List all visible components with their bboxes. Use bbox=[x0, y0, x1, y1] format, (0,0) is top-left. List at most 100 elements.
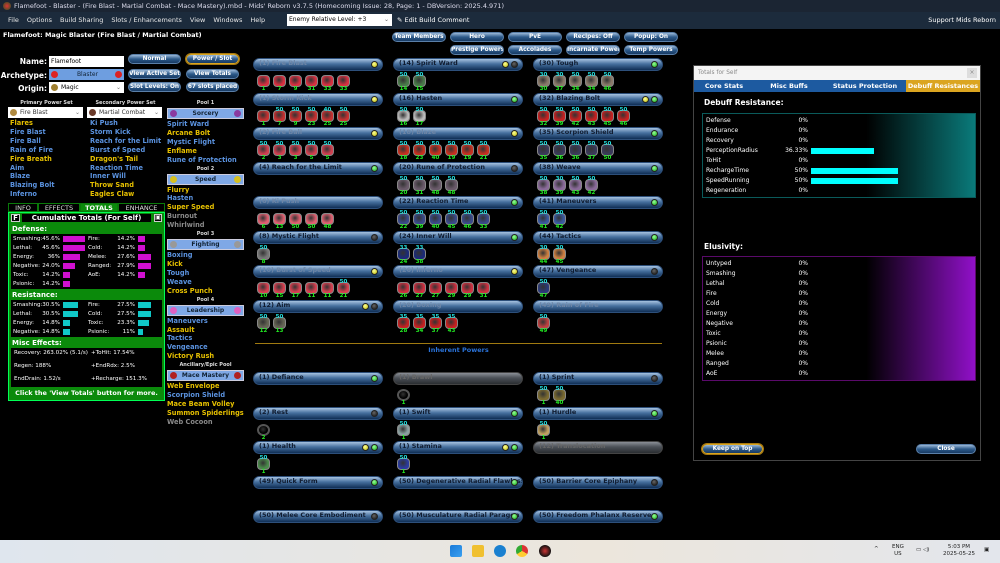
menu-options[interactable]: Options bbox=[27, 12, 52, 29]
incarnate-powers-button[interactable]: Incarnate Powers bbox=[566, 45, 620, 55]
close-button[interactable]: Close bbox=[916, 444, 976, 454]
power-bar[interactable]: (24) Inner Will bbox=[393, 230, 523, 244]
power-list-item[interactable]: Cross Punch bbox=[167, 287, 244, 296]
power-entry[interactable]: (50) Freedom Phalanx Reserve bbox=[533, 510, 664, 544]
enhancement-slot[interactable]: 50 22 bbox=[397, 209, 410, 230]
power-entry[interactable]: (50) Musculature Radial Paragon bbox=[393, 510, 524, 544]
enhancement-slot[interactable]: 50 33 bbox=[477, 209, 490, 230]
power-bar[interactable]: (20) Rune of Protection bbox=[393, 161, 523, 175]
enhancement-slot[interactable]: 50 40 bbox=[429, 140, 442, 161]
name-input[interactable]: Flamefoot bbox=[49, 56, 124, 67]
power-bar[interactable]: (50) Degenerative Radial Flawless Inter bbox=[393, 475, 523, 489]
enhancement-slot[interactable]: 50 42 bbox=[569, 106, 582, 127]
tab-core-stats[interactable]: Core Stats bbox=[694, 80, 754, 92]
tab-enhance[interactable]: ENHANCE bbox=[118, 203, 165, 212]
enhancement-slot[interactable]: 33 38 bbox=[413, 244, 426, 265]
power-list-item[interactable]: Enflame bbox=[167, 147, 244, 156]
power-bar[interactable]: (16) Hasten bbox=[393, 92, 523, 106]
enhancement-slot[interactable]: 33 24 bbox=[397, 244, 410, 265]
power-list-item[interactable]: Web Envelope bbox=[167, 382, 244, 391]
power-bar[interactable]: (50) Barrier Core Epiphany bbox=[533, 475, 663, 489]
power-bar[interactable]: (1) Defiance bbox=[253, 372, 383, 385]
power-list-item[interactable]: Flares bbox=[10, 119, 55, 128]
enhancement-slot[interactable]: 50 12 bbox=[257, 313, 270, 334]
power-list-item[interactable]: Dragon's Tail bbox=[90, 155, 161, 164]
power-bar[interactable]: (4) Reach for the Limit bbox=[253, 161, 383, 175]
tab-misc-buffs[interactable]: Misc Buffs bbox=[754, 80, 824, 92]
power-list-item[interactable]: Storm Kick bbox=[90, 128, 161, 137]
power-slot-button[interactable]: Power / Slot bbox=[186, 54, 239, 64]
enhancement-slot[interactable]: 30 39 bbox=[553, 175, 566, 196]
enhancement-slot[interactable]: 50 7 bbox=[273, 106, 286, 127]
power-list-item[interactable]: Inferno bbox=[10, 190, 55, 199]
power-entry[interactable]: (47) Vengeance 50 47 bbox=[533, 265, 664, 299]
tab-effects[interactable]: EFFECTS bbox=[38, 203, 80, 212]
enhancement-slot[interactable]: 50 45 bbox=[445, 209, 458, 230]
power-entry[interactable]: (50) Degenerative Radial Flawless Inter bbox=[393, 475, 524, 510]
clock[interactable]: 5:03 PM 2025-05-25 bbox=[943, 544, 975, 558]
enhancement-slot[interactable]: 50 31 bbox=[413, 175, 426, 196]
enhancement-slot[interactable]: 35 28 bbox=[397, 313, 410, 334]
pool-select[interactable]: Speed bbox=[167, 173, 244, 185]
edit-build-comment-button[interactable]: ✎ Edit Build Comment bbox=[397, 12, 469, 29]
app-icon-blue[interactable] bbox=[494, 545, 506, 557]
power-list-item[interactable]: Hasten bbox=[167, 194, 244, 203]
enemy-level-select[interactable]: Enemy Relative Level: +3 ⌄ bbox=[287, 14, 392, 26]
power-bar[interactable]: (47) Vengeance bbox=[533, 265, 663, 278]
power-list-item[interactable]: Fire Breath bbox=[10, 155, 55, 164]
power-entry[interactable]: (2) Fire Ball 50 2 50 3 50 3 50 5 50 5 bbox=[253, 127, 384, 161]
keep-on-top-button[interactable]: Keep on Top bbox=[702, 444, 763, 454]
power-list-item[interactable]: Victory Rush bbox=[167, 352, 244, 361]
enhancement-slot[interactable]: 50 1 bbox=[537, 385, 550, 406]
power-list-item[interactable]: Burst of Speed bbox=[90, 146, 161, 155]
tab-totals[interactable]: TOTALS bbox=[80, 203, 118, 212]
enhancement-slot[interactable]: 50 9 bbox=[289, 106, 302, 127]
power-list-item[interactable]: Boxing bbox=[167, 251, 244, 260]
mids-reborn-icon[interactable] bbox=[539, 545, 551, 557]
enhancement-slot[interactable]: 17 bbox=[289, 278, 302, 299]
enhancement-slot[interactable]: 50 34 bbox=[569, 71, 582, 92]
power-bar[interactable]: (1) Hurdle bbox=[533, 406, 663, 420]
power-list-item[interactable]: Tactics bbox=[167, 334, 244, 343]
power-bar[interactable]: (26) Inferno bbox=[393, 265, 523, 278]
enhancement-slot[interactable]: 6 bbox=[257, 209, 270, 230]
enhancement-slot[interactable]: 30 45 bbox=[553, 244, 566, 265]
enhancement-slot[interactable]: 50 48 bbox=[429, 175, 442, 196]
primary-set-select[interactable]: Fire Blast ⌄ bbox=[8, 107, 83, 118]
power-list-item[interactable]: Vengeance bbox=[167, 343, 244, 352]
power-list-item[interactable]: Reach for the Limit bbox=[90, 137, 161, 146]
enhancement-slot[interactable]: 11 bbox=[305, 278, 318, 299]
enhancement-slot[interactable]: 30 30 bbox=[537, 71, 550, 92]
popup-button[interactable]: Popup: On bbox=[624, 32, 678, 42]
power-bar[interactable]: (49) Rain of Fire bbox=[533, 299, 663, 313]
file-explorer-icon[interactable] bbox=[472, 545, 484, 557]
menu-slots-enhancements[interactable]: Slots / Enhancements bbox=[111, 12, 182, 29]
power-bar[interactable]: (1) Brawl bbox=[393, 372, 523, 385]
enhancement-slot[interactable]: 50 16 bbox=[397, 106, 410, 127]
enhancement-slot[interactable]: 29 bbox=[445, 278, 458, 299]
tab-debuff-resistances[interactable]: Debuff Resistances bbox=[906, 80, 980, 92]
enhancement-slot[interactable]: 33 bbox=[321, 71, 334, 92]
hero-button[interactable]: Hero bbox=[450, 32, 504, 42]
power-list-item[interactable]: Eagles Claw bbox=[90, 190, 161, 199]
power-bar[interactable]: (32) Blazing Bolt bbox=[533, 92, 663, 106]
enhancement-slot[interactable]: 27 bbox=[429, 278, 442, 299]
power-entry[interactable]: (12) Aim 50 12 50 13 bbox=[253, 299, 384, 334]
power-entry[interactable]: (24) Inner Will 33 24 33 38 bbox=[393, 230, 524, 265]
enhancement-slot[interactable]: 50 2 bbox=[257, 140, 270, 161]
enhancement-slot[interactable]: 50 8 bbox=[257, 244, 270, 265]
power-list-item[interactable]: Arcane Bolt bbox=[167, 129, 244, 138]
power-entry[interactable]: (1) Hurdle 50 1 bbox=[533, 406, 664, 441]
power-bar[interactable]: (50) Musculature Radial Paragon bbox=[393, 510, 523, 523]
power-list-item[interactable]: Fire Blast bbox=[10, 128, 55, 137]
power-entry[interactable]: (30) Tough 30 30 30 37 50 34 50 34 50 46 bbox=[533, 58, 664, 92]
tray-chevron-icon[interactable]: ^ bbox=[874, 546, 879, 553]
support-link[interactable]: Support Mids Reborn bbox=[928, 12, 996, 29]
enhancement-slot[interactable]: 1 bbox=[397, 385, 410, 406]
power-entry[interactable]: (1) Brawl 1 bbox=[393, 372, 524, 406]
enhancement-slot[interactable]: 35 34 bbox=[413, 313, 426, 334]
enhancement-slot[interactable]: 30 44 bbox=[537, 244, 550, 265]
enhancement-slot[interactable]: 30 37 bbox=[553, 71, 566, 92]
enhancement-slot[interactable]: 50 35 bbox=[537, 140, 550, 161]
enhancement-slot[interactable]: 50 3 bbox=[273, 140, 286, 161]
